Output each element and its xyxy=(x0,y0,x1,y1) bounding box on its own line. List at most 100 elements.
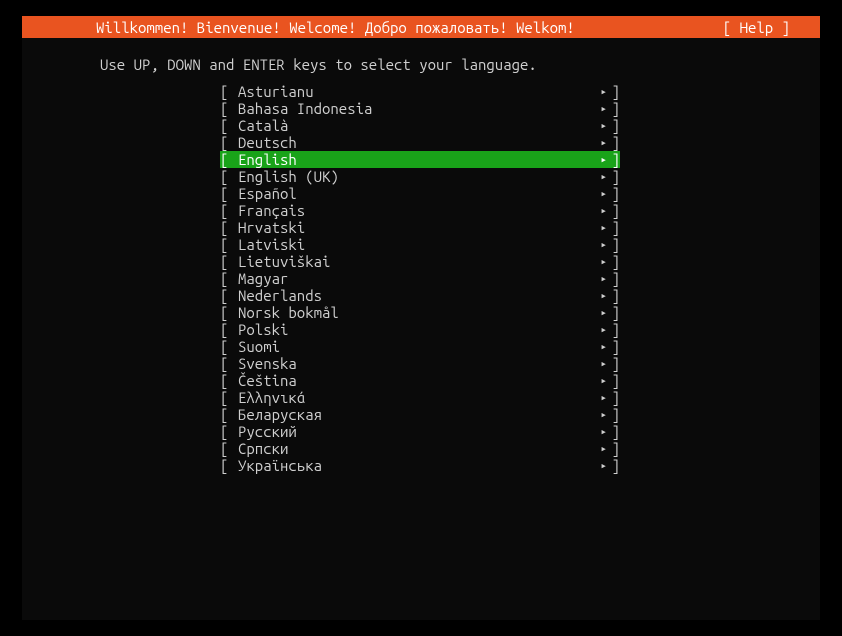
language-label: Српски xyxy=(238,440,600,457)
language-option[interactable]: [ English▸ ] xyxy=(220,151,620,168)
language-label: Bahasa Indonesia xyxy=(238,100,600,117)
language-option[interactable]: [ English (UK)▸ ] xyxy=(220,168,620,185)
bracket-left: [ xyxy=(220,372,238,389)
language-option[interactable]: [ Nederlands▸ ] xyxy=(220,287,620,304)
language-option[interactable]: [ Català▸ ] xyxy=(220,117,620,134)
language-option[interactable]: [ Bahasa Indonesia▸ ] xyxy=(220,100,620,117)
header-title: Willkommen! Bienvenue! Welcome! Добро по… xyxy=(96,19,575,36)
bracket-left: [ xyxy=(220,202,238,219)
header-bar: Willkommen! Bienvenue! Welcome! Добро по… xyxy=(22,16,820,38)
instruction-text: Use UP, DOWN and ENTER keys to select yo… xyxy=(22,38,820,81)
submenu-arrow-icon: ▸ xyxy=(600,119,607,132)
bracket-left: [ xyxy=(220,100,238,117)
bracket-left: [ xyxy=(220,355,238,372)
language-label: Hrvatski xyxy=(238,219,600,236)
submenu-arrow-icon: ▸ xyxy=(600,187,607,200)
language-label: English xyxy=(238,151,600,168)
bracket-right: ] xyxy=(610,202,620,219)
submenu-arrow-icon: ▸ xyxy=(600,255,607,268)
submenu-arrow-icon: ▸ xyxy=(600,357,607,370)
bracket-right: ] xyxy=(610,185,620,202)
bracket-left: [ xyxy=(220,219,238,236)
language-label: Suomi xyxy=(238,338,600,355)
language-list[interactable]: [ Asturianu▸ ][ Bahasa Indonesia▸ ][ Cat… xyxy=(22,81,820,474)
language-label: Lietuviškai xyxy=(238,253,600,270)
submenu-arrow-icon: ▸ xyxy=(600,323,607,336)
bracket-left: [ xyxy=(220,117,238,134)
bracket-left: [ xyxy=(220,236,238,253)
bracket-right: ] xyxy=(610,134,620,151)
language-label: Ελληνικά xyxy=(238,389,600,406)
help-button[interactable]: [ Help ] xyxy=(723,19,790,36)
submenu-arrow-icon: ▸ xyxy=(600,204,607,217)
bracket-right: ] xyxy=(610,389,620,406)
language-option[interactable]: [ Українська▸ ] xyxy=(220,457,620,474)
language-option[interactable]: [ Lietuviškai▸ ] xyxy=(220,253,620,270)
submenu-arrow-icon: ▸ xyxy=(600,85,607,98)
bracket-left: [ xyxy=(220,270,238,287)
bracket-left: [ xyxy=(220,185,238,202)
language-label: Magyar xyxy=(238,270,600,287)
bracket-left: [ xyxy=(220,423,238,440)
bracket-left: [ xyxy=(220,304,238,321)
language-option[interactable]: [ Hrvatski▸ ] xyxy=(220,219,620,236)
language-option[interactable]: [ Deutsch▸ ] xyxy=(220,134,620,151)
bracket-right: ] xyxy=(610,270,620,287)
language-option[interactable]: [ Suomi▸ ] xyxy=(220,338,620,355)
language-option[interactable]: [ Čeština▸ ] xyxy=(220,372,620,389)
language-option[interactable]: [ Polski▸ ] xyxy=(220,321,620,338)
submenu-arrow-icon: ▸ xyxy=(600,272,607,285)
language-option[interactable]: [ Беларуская▸ ] xyxy=(220,406,620,423)
language-label: Asturianu xyxy=(238,83,600,100)
language-label: Українська xyxy=(238,457,600,474)
bracket-right: ] xyxy=(610,440,620,457)
submenu-arrow-icon: ▸ xyxy=(600,442,607,455)
bracket-left: [ xyxy=(220,134,238,151)
language-option[interactable]: [ Latviski▸ ] xyxy=(220,236,620,253)
language-option[interactable]: [ Ελληνικά▸ ] xyxy=(220,389,620,406)
language-label: Català xyxy=(238,117,600,134)
bracket-right: ] xyxy=(610,457,620,474)
submenu-arrow-icon: ▸ xyxy=(600,289,607,302)
bracket-right: ] xyxy=(610,236,620,253)
language-label: Nederlands xyxy=(238,287,600,304)
bracket-right: ] xyxy=(610,253,620,270)
bracket-right: ] xyxy=(610,287,620,304)
bracket-left: [ xyxy=(220,389,238,406)
submenu-arrow-icon: ▸ xyxy=(600,425,607,438)
bracket-right: ] xyxy=(610,117,620,134)
bracket-left: [ xyxy=(220,83,238,100)
language-label: Polski xyxy=(238,321,600,338)
language-option[interactable]: [ Svenska▸ ] xyxy=(220,355,620,372)
language-label: Latviski xyxy=(238,236,600,253)
language-option[interactable]: [ Русский▸ ] xyxy=(220,423,620,440)
submenu-arrow-icon: ▸ xyxy=(600,459,607,472)
language-option[interactable]: [ Norsk bokmål▸ ] xyxy=(220,304,620,321)
language-label: Беларуская xyxy=(238,406,600,423)
submenu-arrow-icon: ▸ xyxy=(600,306,607,319)
bracket-right: ] xyxy=(610,100,620,117)
submenu-arrow-icon: ▸ xyxy=(600,136,607,149)
installer-screen: Willkommen! Bienvenue! Welcome! Добро по… xyxy=(22,16,820,620)
bracket-right: ] xyxy=(610,372,620,389)
language-option[interactable]: [ Asturianu▸ ] xyxy=(220,83,620,100)
language-label: Français xyxy=(238,202,600,219)
language-option[interactable]: [ Español▸ ] xyxy=(220,185,620,202)
submenu-arrow-icon: ▸ xyxy=(600,408,607,421)
language-option[interactable]: [ Magyar▸ ] xyxy=(220,270,620,287)
submenu-arrow-icon: ▸ xyxy=(600,238,607,251)
submenu-arrow-icon: ▸ xyxy=(600,170,607,183)
language-label: Norsk bokmål xyxy=(238,304,600,321)
bracket-left: [ xyxy=(220,253,238,270)
language-option[interactable]: [ Français▸ ] xyxy=(220,202,620,219)
submenu-arrow-icon: ▸ xyxy=(600,102,607,115)
bracket-left: [ xyxy=(220,321,238,338)
submenu-arrow-icon: ▸ xyxy=(600,153,607,166)
language-label: Español xyxy=(238,185,600,202)
language-option[interactable]: [ Српски▸ ] xyxy=(220,440,620,457)
submenu-arrow-icon: ▸ xyxy=(600,391,607,404)
bracket-right: ] xyxy=(610,338,620,355)
bracket-left: [ xyxy=(220,287,238,304)
language-label: English (UK) xyxy=(238,168,600,185)
bracket-left: [ xyxy=(220,168,238,185)
